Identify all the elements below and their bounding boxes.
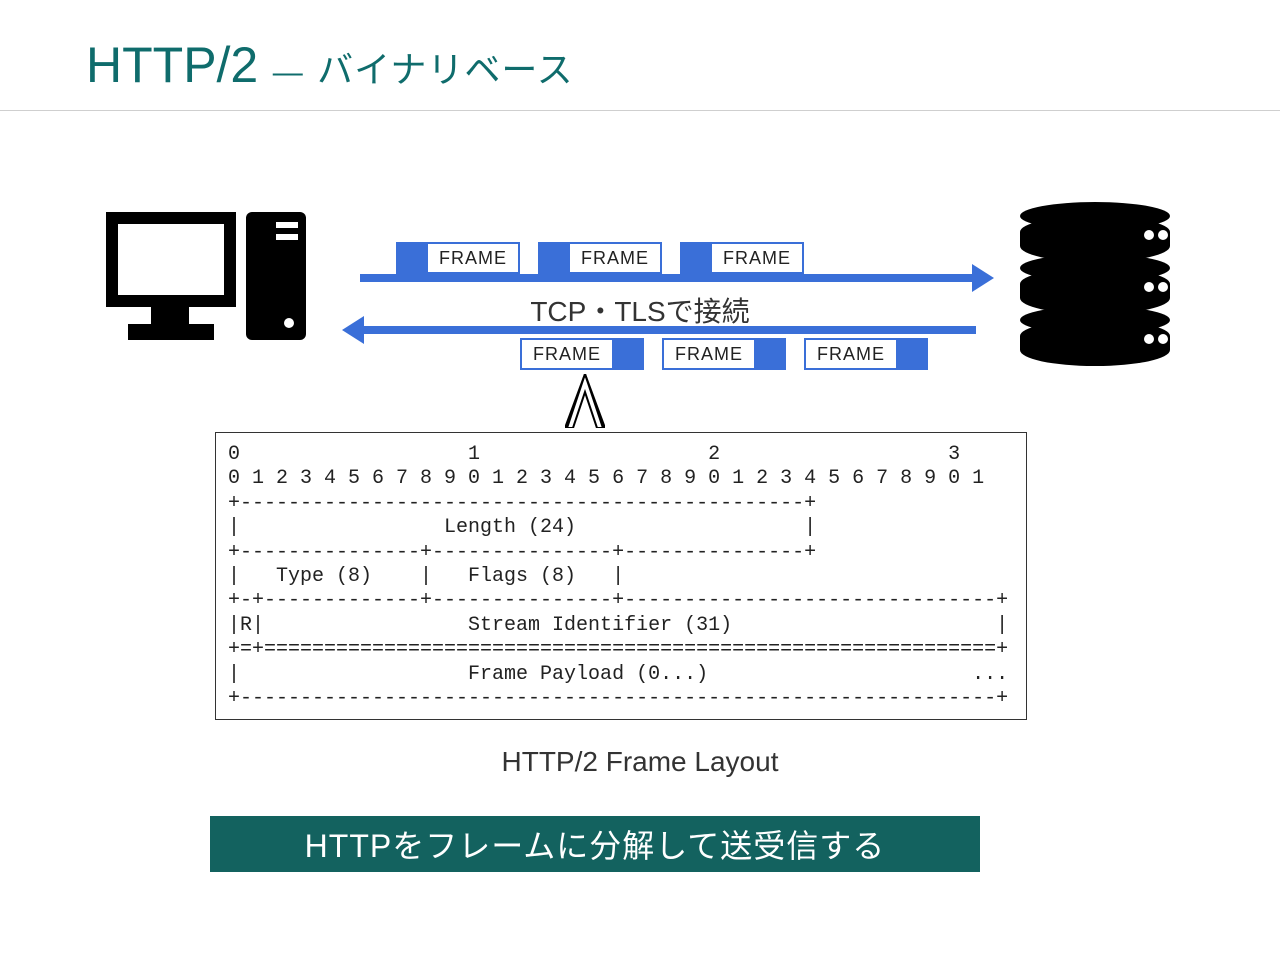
frame-box: FRAME	[520, 338, 644, 370]
summary-banner: HTTPをフレームに分解して送受信する	[210, 816, 980, 872]
frame-label: FRAME	[522, 340, 612, 368]
frame-box: FRAME	[662, 338, 786, 370]
slide-body: FRAME FRAME FRAME TCP・TLSで接続 FRAME FRAME…	[0, 198, 1280, 898]
frame-box: FRAME	[538, 242, 662, 274]
frame-box: FRAME	[680, 242, 804, 274]
slide-title: HTTP/2 ― バイナリベース	[0, 0, 1280, 111]
frame-label: FRAME	[712, 244, 802, 272]
frame-box: FRAME	[396, 242, 520, 274]
title-subtitle: バイナリベース	[317, 41, 573, 93]
frame-layout-ascii: 0 1 2 3 0 1 2 3 4 5 6 7 8 9 0 1 2 3 4 5 …	[228, 443, 1014, 711]
title-main: HTTP/2	[86, 36, 258, 94]
connection-label: TCP・TLSで接続	[0, 290, 1280, 330]
frame-label: FRAME	[664, 340, 754, 368]
slide: HTTP/2 ― バイナリベース FRAME FRAME FRAME	[0, 0, 1280, 960]
arrow-client-to-server	[360, 274, 976, 282]
database-icon	[1020, 198, 1170, 358]
frame-layout-caption: HTTP/2 Frame Layout	[0, 746, 1280, 778]
frame-label: FRAME	[806, 340, 896, 368]
frame-box: FRAME	[804, 338, 928, 370]
client-pc-icon	[106, 212, 316, 362]
callout-wedge-icon	[565, 374, 605, 428]
frame-layout-box: 0 1 2 3 0 1 2 3 4 5 6 7 8 9 0 1 2 3 4 5 …	[215, 432, 1027, 720]
frame-label: FRAME	[428, 244, 518, 272]
frame-label: FRAME	[570, 244, 660, 272]
title-separator: ―	[273, 56, 303, 90]
